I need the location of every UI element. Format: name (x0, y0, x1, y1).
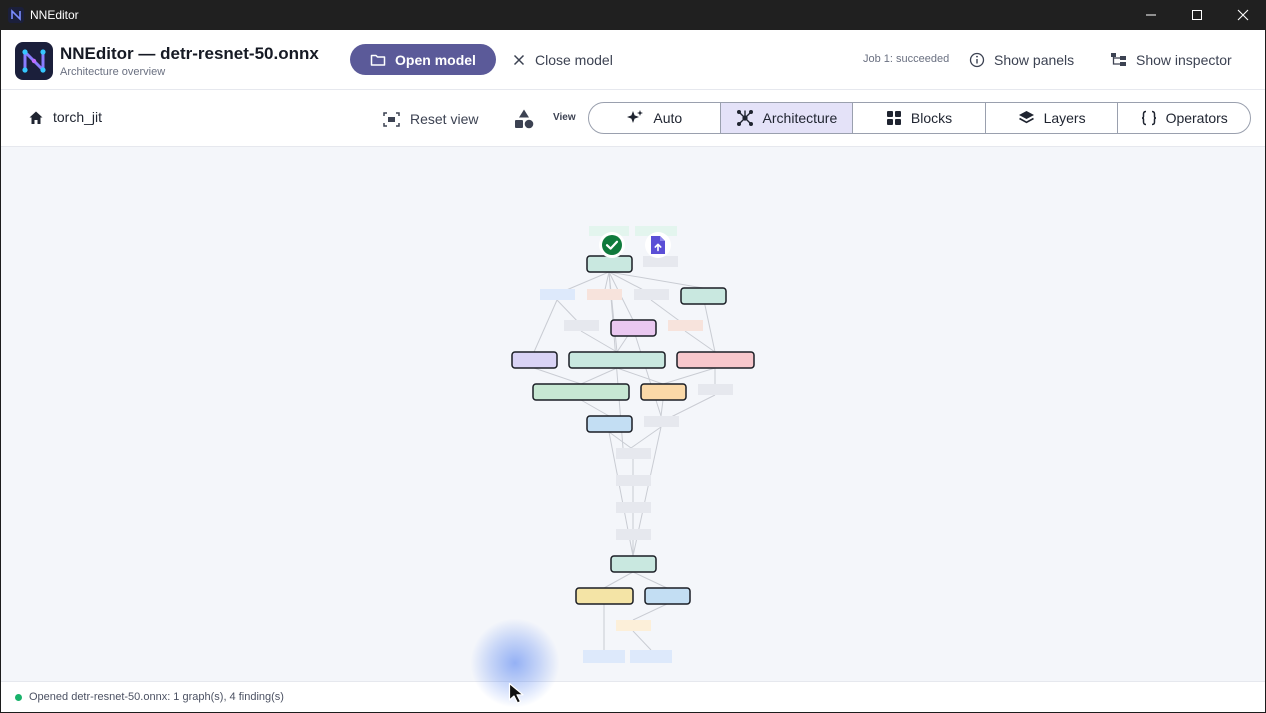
network-icon (736, 110, 753, 126)
status-message: Opened detr-resnet-50.onnx: 1 graph(s), … (29, 691, 284, 703)
sparkle-icon (627, 110, 644, 123)
graph-canvas[interactable] (1, 147, 1265, 681)
faded-node[interactable] (616, 475, 651, 486)
view-mode-architecture[interactable]: Architecture (720, 103, 854, 133)
maximize-icon (1192, 10, 1202, 20)
document-subtitle: Architecture overview (60, 66, 166, 78)
view-mode-blocks[interactable]: Blocks (853, 103, 986, 133)
view-mode-operators[interactable]: Operators (1118, 103, 1250, 133)
window-title: NNEditor (30, 8, 79, 22)
faded-node[interactable] (587, 289, 622, 300)
faded-node[interactable] (540, 289, 575, 300)
braces-icon (1141, 110, 1156, 126)
app-logo (15, 42, 53, 80)
graph-node[interactable] (676, 351, 755, 369)
close-model-label: Close model (535, 51, 613, 68)
mouse-cursor-icon (508, 682, 524, 704)
faded-node[interactable] (634, 289, 669, 300)
graph-node[interactable] (511, 351, 558, 369)
export-badge[interactable] (645, 232, 671, 258)
validation-badge[interactable] (599, 232, 625, 258)
shapes-icon[interactable] (513, 108, 535, 130)
document-title: NNEditor — detr-resnet-50.onnx (60, 44, 319, 63)
title-bar: NNEditor (0, 0, 1266, 30)
show-inspector-label: Show inspector (1136, 51, 1232, 68)
graph-node[interactable] (575, 587, 634, 605)
faded-node[interactable] (616, 529, 651, 540)
graph-node[interactable] (680, 287, 727, 305)
minimize-button[interactable] (1128, 0, 1174, 30)
maximize-button[interactable] (1174, 0, 1220, 30)
faded-node[interactable] (630, 650, 672, 663)
folder-icon (370, 54, 386, 66)
view-mode-auto-label: Auto (653, 110, 683, 126)
close-window-button[interactable] (1220, 0, 1266, 30)
fit-view-icon (383, 111, 400, 127)
show-panels-label: Show panels (994, 51, 1075, 68)
architecture-graph[interactable] (1, 147, 1265, 681)
graph-node[interactable] (610, 319, 657, 337)
show-panels-button[interactable]: Show panels (969, 44, 1074, 75)
graph-node[interactable] (568, 351, 666, 369)
close-window-icon (1237, 9, 1249, 21)
graph-node[interactable] (532, 383, 630, 401)
breadcrumb-graph: torch_jit (53, 109, 103, 125)
minimize-icon (1146, 14, 1156, 16)
view-toolbar: torch_jit Reset view View Auto Architect… (1, 90, 1265, 147)
app-header: NNEditor — detr-resnet-50.onnx Architect… (1, 30, 1265, 90)
open-model-button[interactable]: Open model (350, 44, 496, 75)
view-mode-operators-label: Operators (1165, 110, 1228, 126)
graph-node[interactable] (586, 255, 633, 273)
network-logo-icon (22, 49, 46, 73)
view-mode-layers-label: Layers (1043, 110, 1086, 126)
view-mode-architecture-label: Architecture (762, 110, 838, 126)
check-circle-icon (602, 235, 622, 255)
graph-node[interactable] (586, 415, 633, 433)
app-icon (8, 7, 24, 23)
grid-icon (886, 111, 901, 125)
graph-node[interactable] (644, 587, 691, 605)
hierarchy-icon (1111, 53, 1126, 66)
layers-icon (1018, 111, 1034, 124)
open-model-label: Open model (395, 51, 476, 68)
file-upload-icon (651, 236, 665, 254)
status-indicator (15, 693, 22, 701)
job-status: Job 1: succeeded (863, 53, 950, 65)
close-model-button[interactable]: Close model (513, 44, 613, 75)
reset-view-label: Reset view (410, 111, 479, 127)
faded-node[interactable] (668, 320, 703, 331)
faded-node[interactable] (616, 502, 651, 513)
view-mode-auto[interactable]: Auto (589, 103, 721, 133)
view-mode-label: View (553, 112, 576, 123)
faded-node[interactable] (564, 320, 599, 331)
view-mode-layers[interactable]: Layers (986, 103, 1119, 133)
faded-node[interactable] (698, 384, 733, 395)
close-icon (513, 54, 525, 65)
info-icon (969, 52, 985, 67)
faded-node[interactable] (583, 650, 625, 663)
reset-view-button[interactable]: Reset view (383, 107, 478, 131)
app-window: NNEditor — detr-resnet-50.onnx Architect… (1, 30, 1265, 712)
faded-node[interactable] (616, 448, 651, 459)
home-icon (29, 111, 43, 124)
graph-node[interactable] (640, 383, 687, 401)
faded-node[interactable] (644, 416, 679, 427)
faded-node[interactable] (616, 620, 651, 631)
show-inspector-button[interactable]: Show inspector (1110, 44, 1232, 75)
view-mode-selector: Auto Architecture Blocks Layers Operator… (588, 102, 1251, 134)
breadcrumb[interactable]: torch_jit (28, 109, 102, 125)
view-mode-blocks-label: Blocks (910, 110, 953, 126)
graph-node[interactable] (610, 555, 657, 573)
status-bar: Opened detr-resnet-50.onnx: 1 graph(s), … (1, 681, 1265, 712)
